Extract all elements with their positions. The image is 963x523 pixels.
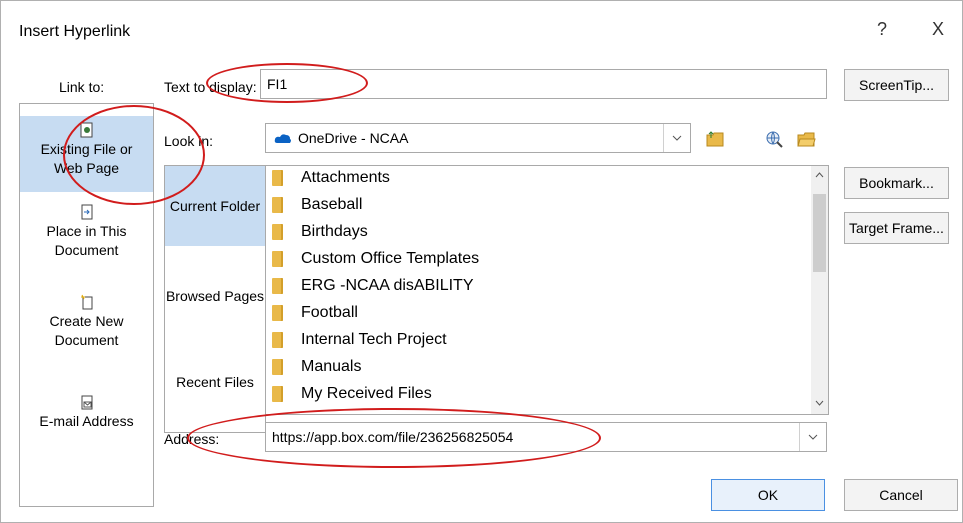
list-item[interactable]: Internal Tech Project [272,326,447,353]
chevron-down-icon[interactable] [815,400,824,406]
list-item[interactable]: Baseball [272,191,362,218]
browse-file-icon[interactable] [796,129,816,149]
file-name: Custom Office Templates [301,249,480,267]
onedrive-icon [274,134,291,143]
link-to-email[interactable]: E-mail Address [20,394,153,431]
file-list: Attachments Baseball Birthdays Custom Of… [265,165,829,415]
scrollbar-thumb[interactable] [813,194,826,272]
link-to-label-line2: Document [54,332,119,348]
look-in-label: Look in: [164,133,214,149]
link-to-label-line1: Place in This [46,223,127,239]
link-to-label-line1: Create New [49,313,124,329]
file-name: My Received Files [301,384,432,402]
list-item[interactable]: Custom Office Templates [272,245,479,272]
link-to-label-line2: Document [54,242,119,258]
chevron-down-icon[interactable] [663,124,690,152]
list-item[interactable]: My Received Files [272,380,432,407]
browse-web-icon[interactable] [764,129,784,149]
tab-recent-files[interactable]: Recent Files [165,342,265,422]
link-to-label-line1: E-mail Address [39,413,134,429]
text-to-display-label: Text to display: [164,79,257,95]
file-name: Football [301,303,358,321]
bookmark-button[interactable]: Bookmark... [844,167,949,199]
list-item[interactable]: Manuals [272,353,361,380]
link-to-existing-file[interactable]: Existing File or Web Page [20,116,153,192]
file-name: Attachments [301,168,390,186]
list-item[interactable]: Football [272,299,358,326]
address-value: https://app.box.com/file/236256825054 [272,429,514,445]
folder-icon [272,169,283,186]
tab-current-folder[interactable]: Current Folder [165,166,265,246]
link-to-panel: Existing File or Web Page Place in This … [19,103,154,507]
link-to-label-line2: Web Page [53,160,120,176]
folder-icon [272,304,283,321]
folder-icon [272,331,283,348]
link-to-create-new[interactable]: Create New Document [20,294,153,350]
link-to-place-in-document[interactable]: Place in This Document [20,204,153,260]
folder-icon [272,358,283,375]
file-name: Internal Tech Project [301,330,447,348]
place-in-document-icon [81,204,92,220]
folder-icon [272,277,283,294]
create-new-document-icon [80,294,92,310]
address-label: Address: [164,431,220,447]
cancel-button[interactable]: Cancel [844,479,958,511]
tab-browsed-pages[interactable]: Browsed Pages [165,256,265,336]
chevron-up-icon[interactable] [815,172,824,178]
insert-hyperlink-dialog: Insert Hyperlink ? X Link to: Existing F… [0,0,963,523]
close-button[interactable]: X [932,19,944,40]
file-name: ERG -NCAA disABILITY [301,276,474,294]
address-input[interactable]: https://app.box.com/file/236256825054 [265,422,827,452]
chevron-down-icon[interactable] [799,423,826,451]
folder-icon [272,250,283,267]
file-name: Birthdays [301,222,368,240]
target-frame-button[interactable]: Target Frame... [844,212,949,244]
link-to-label: Link to: [59,79,105,95]
list-item[interactable]: Birthdays [272,218,368,245]
folder-icon [272,385,283,402]
link-to-label-line1: Existing File or [40,141,133,157]
list-item[interactable]: Attachments [272,166,390,191]
existing-file-icon [80,122,92,138]
dialog-title: Insert Hyperlink [19,23,131,40]
file-name: Baseball [301,195,363,213]
look-in-nav: Current Folder Browsed Pages Recent File… [164,165,266,433]
look-in-dropdown[interactable]: OneDrive - NCAA [265,123,691,153]
help-button[interactable]: ? [877,19,887,40]
look-in-value: OneDrive - NCAA [298,130,409,146]
folder-icon [272,196,283,213]
text-to-display-input[interactable]: FI1 [260,69,827,99]
file-name: Manuals [301,357,362,375]
ok-button[interactable]: OK [711,479,825,511]
screentip-button[interactable]: ScreenTip... [844,69,949,101]
email-address-icon [81,395,92,410]
file-list-scrollbar[interactable] [811,166,828,414]
up-one-folder-icon[interactable] [705,129,725,149]
folder-icon [272,223,283,240]
list-item[interactable]: ERG -NCAA disABILITY [272,272,474,299]
